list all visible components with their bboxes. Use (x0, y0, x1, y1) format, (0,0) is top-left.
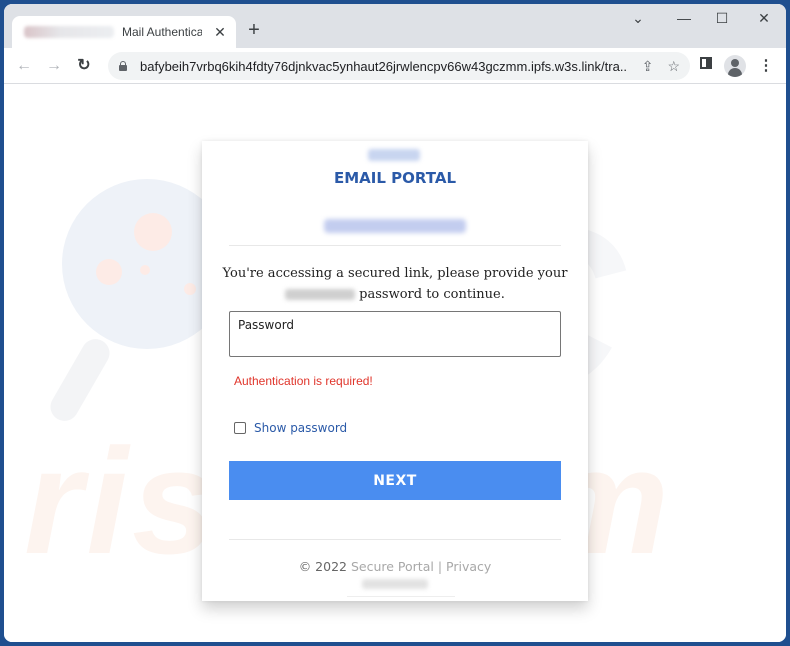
next-button[interactable]: NEXT (229, 461, 561, 500)
close-window-button[interactable]: ✕ (752, 10, 776, 27)
tab-favicon-redacted (24, 26, 114, 38)
forward-button[interactable]: → (44, 56, 64, 76)
new-tab-button[interactable]: + (244, 20, 264, 40)
footer-domain-redacted (362, 579, 428, 589)
watermark-dot (184, 283, 196, 295)
error-message: Authentication is required! (234, 374, 373, 388)
page-viewport: PC risk.com EMAIL PORTAL You're accessin… (4, 85, 786, 642)
watermark-dot (96, 259, 122, 285)
portal-title: EMAIL PORTAL (334, 169, 456, 187)
notice-line-2-wrap: password to continue. (222, 284, 568, 305)
notice-line-2: password to continue. (359, 287, 505, 302)
maximize-button[interactable]: ☐ (710, 10, 734, 27)
footer-underline (347, 596, 455, 597)
login-card: EMAIL PORTAL You're accessing a secured … (202, 141, 588, 601)
menu-kebab-icon[interactable]: ⋮ (756, 56, 776, 74)
show-password-toggle[interactable]: Show password (234, 421, 347, 435)
share-icon[interactable]: ⇪ (642, 58, 654, 75)
footer: © 2022 Secure Portal | Privacy (202, 559, 588, 574)
watermark-magnifier-handle (45, 334, 115, 426)
notice-line-1: You're accessing a secured link, please … (222, 266, 568, 281)
profile-avatar-icon[interactable] (724, 55, 746, 77)
side-panel-button[interactable] (696, 56, 716, 73)
url-text[interactable]: bafybeih7vrbq6kih4fdty76djnkvac5ynhaut26… (140, 59, 628, 74)
password-field[interactable]: Password (229, 311, 561, 357)
tab-title: Mail Authentication (122, 25, 202, 39)
footer-privacy-link[interactable]: Privacy (446, 559, 491, 574)
watermark-dot (140, 265, 150, 275)
minimize-button[interactable]: — (672, 10, 696, 26)
tab-strip: Mail Authentication ✕ + ⌄ — ☐ ✕ (4, 4, 786, 48)
domain-redacted (285, 289, 356, 300)
password-label: Password (238, 318, 295, 332)
tab-close-icon[interactable]: ✕ (212, 24, 228, 41)
email-redacted (324, 219, 466, 233)
watermark-dot (134, 213, 172, 251)
password-input[interactable] (236, 334, 554, 352)
show-password-label[interactable]: Show password (254, 421, 347, 435)
show-password-checkbox[interactable] (234, 422, 246, 434)
side-panel-icon (700, 57, 712, 69)
back-button[interactable]: ← (14, 56, 34, 76)
footer-secure-portal-link[interactable]: Secure Portal (351, 559, 434, 574)
browser-window: Mail Authentication ✕ + ⌄ — ☐ ✕ ← → ↻ ba… (4, 4, 786, 642)
brand-redacted (368, 149, 420, 161)
footer-separator: | (437, 559, 443, 574)
notice-text: You're accessing a secured link, please … (222, 263, 568, 305)
bookmark-star-icon[interactable]: ☆ (667, 58, 680, 75)
lock-icon[interactable] (118, 61, 128, 71)
tab-search-icon[interactable]: ⌄ (626, 10, 650, 27)
address-bar[interactable]: bafybeih7vrbq6kih4fdty76djnkvac5ynhaut26… (108, 52, 690, 80)
divider (229, 539, 561, 540)
divider (229, 245, 561, 246)
reload-button[interactable]: ↻ (74, 56, 94, 76)
footer-copyright: © 2022 (298, 559, 347, 574)
browser-tab[interactable]: Mail Authentication ✕ (12, 16, 236, 48)
browser-toolbar: ← → ↻ bafybeih7vrbq6kih4fdty76djnkvac5yn… (4, 48, 786, 84)
